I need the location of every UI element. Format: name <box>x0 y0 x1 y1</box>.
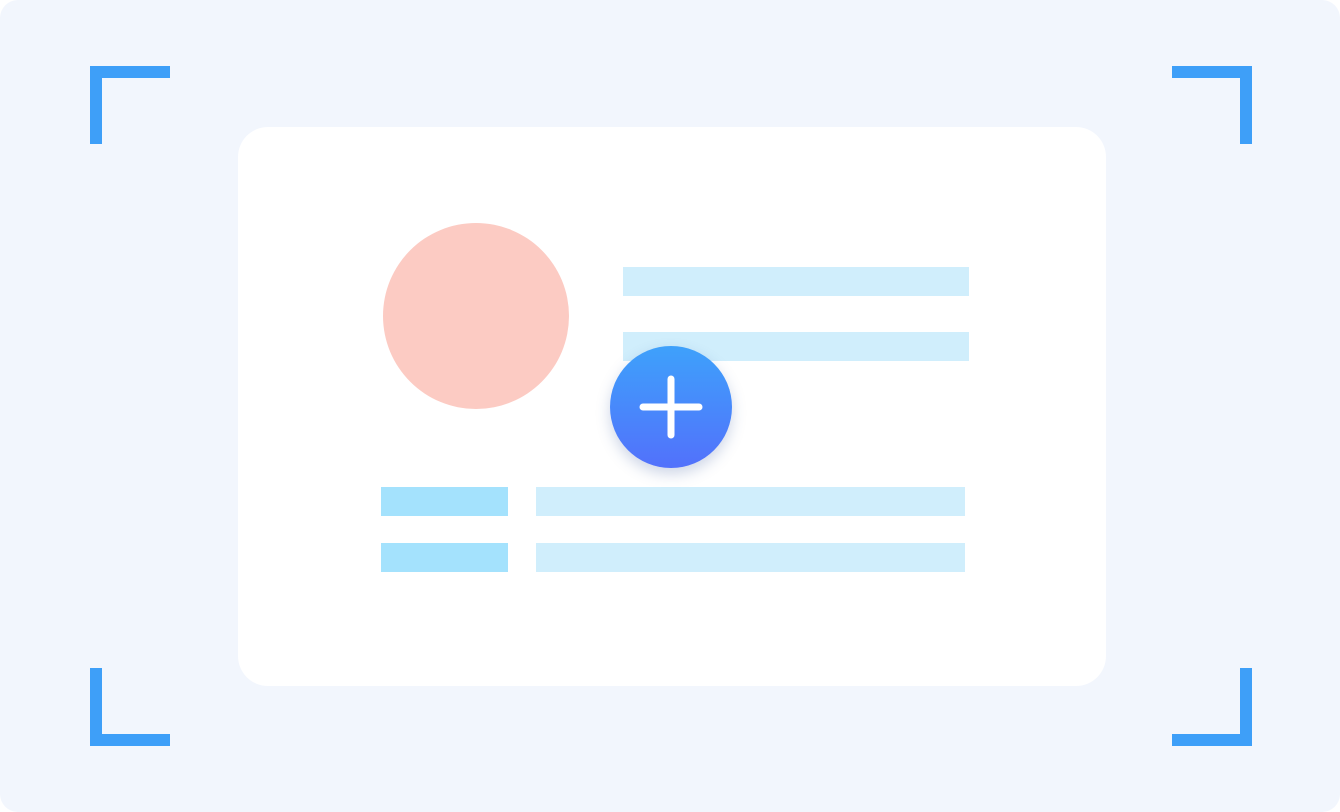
field-label-placeholder <box>381 487 508 516</box>
plus-icon <box>639 375 703 439</box>
add-card-button[interactable] <box>610 346 732 468</box>
field-value-placeholder <box>536 543 965 572</box>
scan-frame-corner-bottom-right-icon <box>1172 668 1252 746</box>
scan-frame-corner-bottom-left-icon <box>90 668 170 746</box>
scan-frame-corner-top-right-icon <box>1172 66 1252 144</box>
name-line-placeholder <box>623 267 969 296</box>
scan-frame-corner-top-left-icon <box>90 66 170 144</box>
field-value-placeholder <box>536 487 965 516</box>
avatar-placeholder <box>383 223 569 409</box>
scan-id-card-illustration <box>0 0 1340 812</box>
field-label-placeholder <box>381 543 508 572</box>
